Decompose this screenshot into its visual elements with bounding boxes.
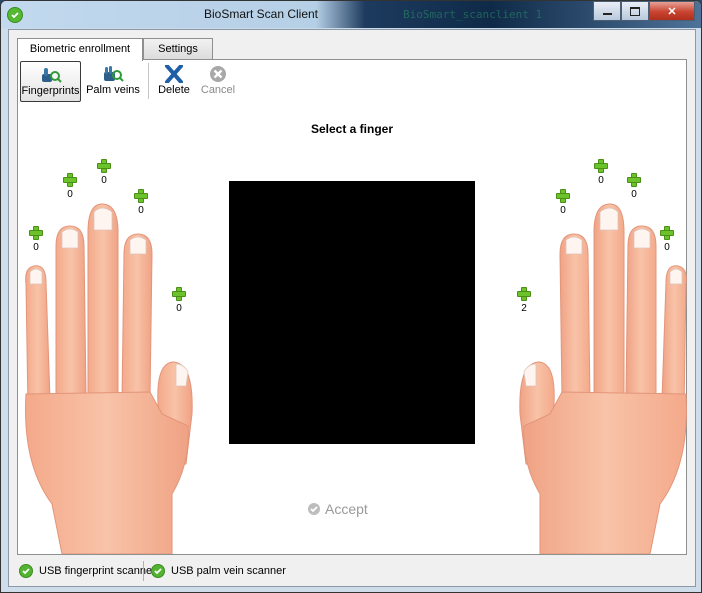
left-thumb-control[interactable]: 0: [169, 287, 189, 314]
palm-vein-scanner-status: USB palm vein scanner: [151, 564, 286, 578]
scan-preview-area: [229, 181, 475, 444]
left-pinky-control[interactable]: 0: [26, 226, 46, 253]
minimize-icon: [602, 13, 612, 15]
plus-icon[interactable]: [97, 159, 111, 173]
right-pinky-count: 0: [664, 242, 670, 253]
right-middle-count: 0: [598, 175, 604, 186]
cancel-circle-icon: [210, 66, 226, 82]
maximize-icon: [630, 6, 640, 16]
accept-label: Accept: [325, 501, 368, 517]
left-thumb-count: 0: [176, 303, 182, 314]
right-index-control[interactable]: 0: [553, 189, 573, 216]
cancel-button[interactable]: Cancel: [198, 61, 238, 100]
left-middle-count: 0: [101, 175, 107, 186]
palm-scan-icon: [104, 66, 124, 82]
plus-icon[interactable]: [594, 159, 608, 173]
x-icon: [165, 65, 183, 83]
toolbar: Fingerprints Palm veins Delete Cancel: [18, 60, 686, 102]
plus-icon[interactable]: [517, 287, 531, 301]
fingerprints-label: Fingerprints: [21, 85, 80, 97]
palm-veins-label: Palm veins: [86, 84, 140, 96]
title-bar[interactable]: BioSmart Scan Client BioSmart_scanclient…: [1, 1, 701, 28]
client-area: Biometric enrollment Settings Fingerprin…: [8, 29, 696, 587]
status-bar: USB fingerprint scanner USB palm vein sc…: [9, 557, 695, 585]
tab-biometric-enrollment[interactable]: Biometric enrollment: [17, 38, 143, 61]
tab-settings[interactable]: Settings: [143, 38, 213, 59]
cancel-label: Cancel: [200, 84, 236, 96]
toolbar-separator: [148, 63, 149, 99]
palm-vein-scanner-label: USB palm vein scanner: [171, 565, 286, 577]
right-ring-control[interactable]: 0: [624, 173, 644, 200]
close-icon: ✕: [667, 5, 677, 18]
left-ring-control[interactable]: 0: [60, 173, 80, 200]
delete-button[interactable]: Delete: [155, 61, 193, 100]
right-thumb-control[interactable]: 2: [514, 287, 534, 314]
right-index-count: 0: [560, 205, 566, 216]
fingerprint-scanner-status: USB fingerprint scanner: [19, 564, 156, 578]
app-window: BioSmart Scan Client BioSmart_scanclient…: [0, 0, 702, 593]
minimize-button[interactable]: [593, 1, 621, 21]
check-icon: [308, 503, 320, 515]
delete-label: Delete: [158, 84, 190, 96]
plus-icon[interactable]: [63, 173, 77, 187]
left-pinky-count: 0: [33, 242, 39, 253]
plus-icon[interactable]: [134, 189, 148, 203]
select-finger-prompt: Select a finger: [310, 122, 394, 136]
plus-icon[interactable]: [556, 189, 570, 203]
plus-icon[interactable]: [627, 173, 641, 187]
maximize-button[interactable]: [621, 1, 649, 21]
plus-icon[interactable]: [172, 287, 186, 301]
enrollment-panel: Fingerprints Palm veins Delete Cancel Se…: [17, 59, 687, 555]
left-middle-control[interactable]: 0: [94, 159, 114, 186]
close-button[interactable]: ✕: [649, 1, 695, 21]
left-ring-count: 0: [67, 189, 73, 200]
status-ok-icon: [19, 564, 33, 578]
right-thumb-count: 2: [521, 303, 527, 314]
status-separator: [143, 561, 144, 581]
plus-icon[interactable]: [29, 226, 43, 240]
left-hand-image: [25, 203, 193, 554]
fingerprints-button[interactable]: Fingerprints: [20, 61, 81, 102]
right-ring-count: 0: [631, 189, 637, 200]
left-index-control[interactable]: 0: [131, 189, 151, 216]
fingerprint-scanner-label: USB fingerprint scanner: [39, 565, 156, 577]
right-pinky-control[interactable]: 0: [657, 226, 677, 253]
palm-veins-button[interactable]: Palm veins: [84, 61, 142, 100]
status-ok-icon: [151, 564, 165, 578]
right-hand-image: [519, 203, 687, 554]
background-window-title: BioSmart_scanclient 1: [403, 8, 543, 21]
right-middle-control[interactable]: 0: [591, 159, 611, 186]
left-index-count: 0: [138, 205, 144, 216]
fingerprint-scan-icon: [41, 68, 62, 83]
accept-button[interactable]: Accept: [308, 501, 368, 517]
plus-icon[interactable]: [660, 226, 674, 240]
